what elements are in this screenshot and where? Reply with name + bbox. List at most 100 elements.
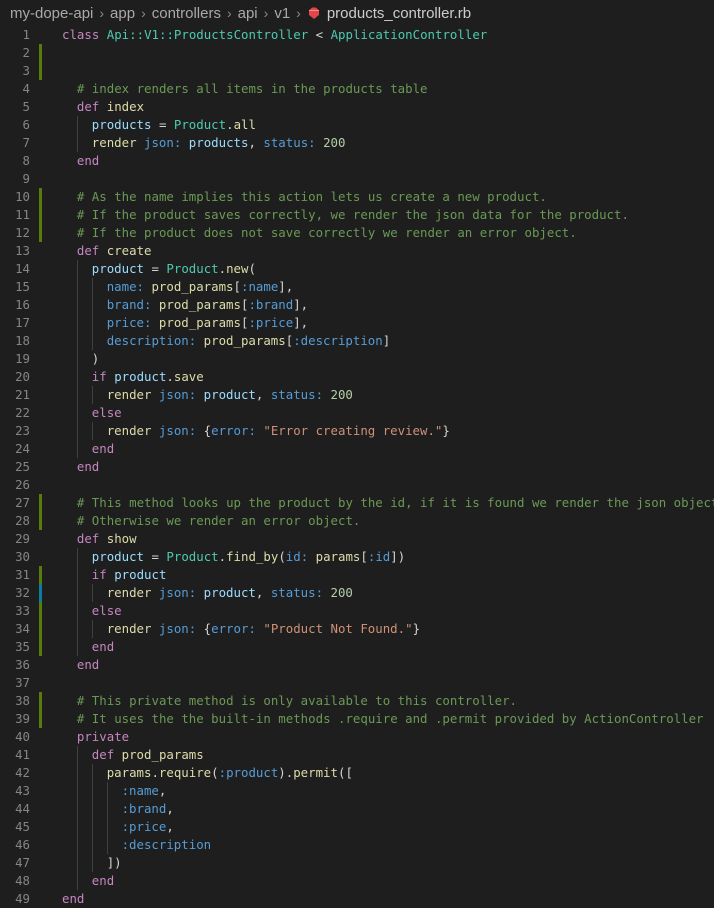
code-line[interactable]: 43:name, <box>0 782 714 800</box>
code-token: # index renders all items in the product… <box>76 81 428 96</box>
code-line[interactable]: 5 def index <box>0 98 714 116</box>
code-line[interactable]: 36 end <box>0 656 714 674</box>
code-line[interactable]: 33 else <box>0 602 714 620</box>
code-token: render <box>106 621 159 636</box>
code-line[interactable]: 15 name: prod_params[:name], <box>0 278 714 296</box>
code-editor[interactable]: 1 class Api::V1::ProductsController < App… <box>0 26 714 908</box>
code-line[interactable]: 48 end <box>0 872 714 890</box>
indent-guide <box>76 584 78 602</box>
code-token: :brand <box>121 801 167 816</box>
line-number: 43 <box>15 783 30 798</box>
git-added-marker[interactable] <box>39 62 42 80</box>
code-line[interactable]: 12 # If the product does not save correct… <box>0 224 714 242</box>
indent-guide <box>91 836 93 854</box>
code-token: , <box>248 135 264 150</box>
code-token: ], <box>293 297 309 312</box>
code-line[interactable]: 38 # This private method is only availabl… <box>0 692 714 710</box>
git-added-marker[interactable] <box>39 188 42 206</box>
git-added-marker[interactable] <box>39 638 42 656</box>
code-line[interactable]: 20 if product.save <box>0 368 714 386</box>
line-number: 38 <box>15 693 30 708</box>
code-line[interactable]: 23 render json: {error: "Error creating r… <box>0 422 714 440</box>
git-modified-marker[interactable] <box>39 584 42 602</box>
line-number: 22 <box>15 405 30 420</box>
code-line[interactable]: 40 private <box>0 728 714 746</box>
code-token: ], <box>293 315 309 330</box>
code-line[interactable]: 2 <box>0 44 714 62</box>
code-line[interactable]: 28 # Otherwise we render an error object. <box>0 512 714 530</box>
line-number: 1 <box>22 27 30 42</box>
git-added-marker[interactable] <box>39 710 42 728</box>
code-line[interactable]: 7 render json: products, status: 200 <box>0 134 714 152</box>
code-line[interactable]: 6 products = Product.all <box>0 116 714 134</box>
code-text: # Otherwise we render an error object. <box>77 512 360 530</box>
indent-guide <box>76 638 78 656</box>
code-token: Product <box>166 261 219 276</box>
line-number: 10 <box>15 189 30 204</box>
code-token: save <box>173 369 204 384</box>
code-line[interactable]: 39 # It uses the the built-in methods .re… <box>0 710 714 728</box>
code-line[interactable]: 13 def create <box>0 242 714 260</box>
code-line[interactable]: 30 product = Product.find_by(id: params[:… <box>0 548 714 566</box>
code-line[interactable]: 22 else <box>0 404 714 422</box>
code-line[interactable]: 31 if product <box>0 566 714 584</box>
breadcrumb-item-api[interactable]: api <box>238 5 258 22</box>
code-line[interactable]: 3 <box>0 62 714 80</box>
code-token: ]) <box>106 855 122 870</box>
code-line[interactable]: 34 render json: {error: "Product Not Foun… <box>0 620 714 638</box>
code-token: product <box>91 549 145 564</box>
git-added-marker[interactable] <box>39 602 42 620</box>
code-line[interactable]: 27 # This method looks up the product by … <box>0 494 714 512</box>
code-text: def index <box>77 98 144 116</box>
code-line[interactable]: 45:price, <box>0 818 714 836</box>
line-number: 44 <box>15 801 30 816</box>
line-number: 14 <box>15 261 30 276</box>
code-line[interactable]: 47]) <box>0 854 714 872</box>
code-line[interactable]: 14 product = Product.new( <box>0 260 714 278</box>
code-line[interactable]: 49 end <box>0 890 714 908</box>
code-line[interactable]: 4 # index renders all items in the produc… <box>0 80 714 98</box>
code-token: product <box>203 585 256 600</box>
code-line[interactable]: 41 def prod_params <box>0 746 714 764</box>
code-line[interactable]: 37 <box>0 674 714 692</box>
code-line[interactable]: 25 end <box>0 458 714 476</box>
code-line[interactable]: 17 price: prod_params[:price], <box>0 314 714 332</box>
code-line[interactable]: 24 end <box>0 440 714 458</box>
code-line[interactable]: 29 def show <box>0 530 714 548</box>
code-line[interactable]: 42 params.require(:product).permit([ <box>0 764 714 782</box>
code-line[interactable]: 10 # As the name implies this action lets… <box>0 188 714 206</box>
code-line[interactable]: 9 <box>0 170 714 188</box>
code-token: params <box>315 549 361 564</box>
code-line[interactable]: 8 end <box>0 152 714 170</box>
code-token: :id <box>367 549 391 564</box>
git-added-marker[interactable] <box>39 566 42 584</box>
code-line[interactable]: 18 description: prod_params[:description] <box>0 332 714 350</box>
git-added-marker[interactable] <box>39 206 42 224</box>
breadcrumb-item-my-dope-api[interactable]: my-dope-api <box>10 5 93 22</box>
code-line[interactable]: 19) <box>0 350 714 368</box>
code-line[interactable]: 46:description <box>0 836 714 854</box>
code-line[interactable]: 11 # If the product saves correctly, we r… <box>0 206 714 224</box>
line-number: 8 <box>22 153 30 168</box>
line-number: 41 <box>15 747 30 762</box>
code-line[interactable]: 16 brand: prod_params[:brand], <box>0 296 714 314</box>
code-line[interactable]: 21 render json: product, status: 200 <box>0 386 714 404</box>
git-added-marker[interactable] <box>39 620 42 638</box>
breadcrumb-item-app[interactable]: app <box>110 5 135 22</box>
git-added-marker[interactable] <box>39 512 42 530</box>
code-line[interactable]: 32 render json: product, status: 200 <box>0 584 714 602</box>
breadcrumb-item-v1[interactable]: v1 <box>274 5 290 22</box>
git-added-marker[interactable] <box>39 692 42 710</box>
code-text: end <box>92 440 114 458</box>
git-added-marker[interactable] <box>39 494 42 512</box>
code-line[interactable]: 1 class Api::V1::ProductsController < App… <box>0 26 714 44</box>
code-token: = <box>151 117 174 132</box>
git-added-marker[interactable] <box>39 44 42 62</box>
code-line[interactable]: 35 end <box>0 638 714 656</box>
code-line[interactable]: 26 <box>0 476 714 494</box>
git-added-marker[interactable] <box>39 224 42 242</box>
line-number: 9 <box>22 171 30 186</box>
code-line[interactable]: 44:brand, <box>0 800 714 818</box>
breadcrumb-file-name[interactable]: products_controller.rb <box>327 5 471 22</box>
breadcrumb-item-controllers[interactable]: controllers <box>152 5 221 22</box>
